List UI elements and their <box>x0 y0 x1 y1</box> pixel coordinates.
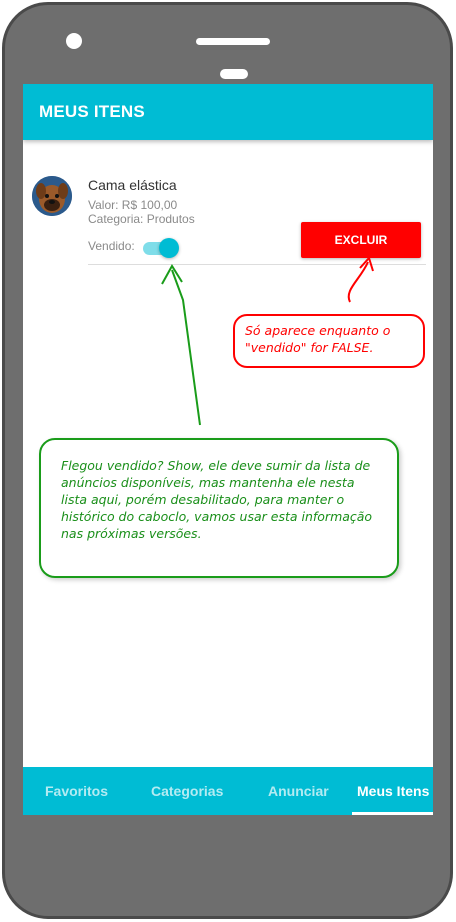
tab-meus-itens[interactable]: Meus Itens <box>357 783 429 799</box>
annotation-note-green: Flegou vendido? Show, ele deve sumir da … <box>39 438 399 578</box>
list-item[interactable]: Cama elástica Valor: R$ 100,00 Categoria… <box>23 168 433 268</box>
item-title: Cama elástica <box>88 177 177 193</box>
page-title: MEUS ITENS <box>39 102 145 121</box>
camera-icon <box>66 33 82 49</box>
dog-avatar-icon <box>32 176 72 216</box>
tab-anunciar[interactable]: Anunciar <box>268 783 329 799</box>
speaker-icon <box>196 38 270 45</box>
app-bar: MEUS ITENS <box>23 84 433 140</box>
tab-favoritos[interactable]: Favoritos <box>45 783 108 799</box>
active-tab-indicator <box>352 812 433 815</box>
item-category: Categoria: Produtos <box>88 212 195 226</box>
bottom-tab-bar: Favoritos Categorias Anunciar Meus Itens <box>23 767 433 815</box>
item-price: Valor: R$ 100,00 <box>88 198 178 212</box>
toggle-knob <box>159 238 179 258</box>
sensor-icon <box>220 69 248 79</box>
sold-label: Vendido: <box>88 239 135 253</box>
delete-button[interactable]: EXCLUIR <box>301 222 421 258</box>
divider <box>88 264 426 265</box>
tab-categorias[interactable]: Categorias <box>151 783 223 799</box>
annotation-note-red: Só aparece enquanto o "vendido" for FALS… <box>233 314 425 368</box>
sold-toggle[interactable] <box>143 237 179 259</box>
